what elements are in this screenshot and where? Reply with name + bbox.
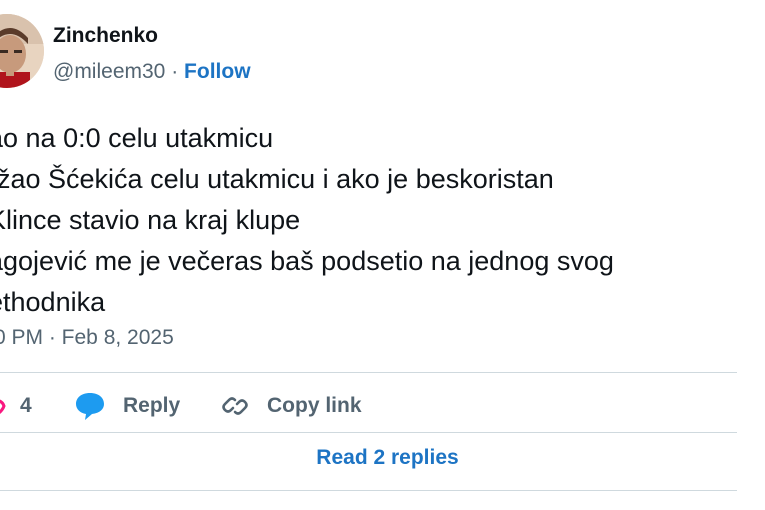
heart-icon (0, 394, 8, 418)
tweet-line: ethodnika (0, 287, 106, 317)
separator-dot: · (171, 60, 179, 83)
tweet-line: ržao Šćekića celu utakmicu i ako je besk… (0, 164, 554, 194)
like-count: 4 (20, 394, 32, 417)
tweet-card: Zinchenko @mileem30 · Follow ao na 0:0 c… (0, 0, 765, 510)
tweet-line: agojević me je večeras baš podsetio na j… (0, 246, 614, 276)
tweet-line: ao na 0:0 celu utakmicu (0, 123, 274, 153)
like-button[interactable]: 4 (0, 384, 32, 428)
divider (0, 372, 737, 373)
divider (0, 490, 737, 491)
avatar[interactable] (0, 14, 44, 88)
tweet-text: ao na 0:0 celu utakmicu ržao Šćekića cel… (0, 118, 614, 323)
copy-link-button[interactable]: Copy link (220, 384, 362, 428)
tweet-line: Klince stavio na kraj klupe (0, 205, 301, 235)
reply-button[interactable]: Reply (74, 384, 180, 428)
read-replies-button[interactable]: Read 2 replies (0, 446, 765, 470)
follow-button[interactable]: Follow (184, 60, 251, 83)
author-handle[interactable]: @mileem30 (53, 60, 165, 83)
action-bar: 4 Reply Copy link (0, 384, 737, 428)
reply-bubble-icon (74, 391, 106, 421)
tweet-timestamp[interactable]: 0 PM · Feb 8, 2025 (0, 326, 174, 350)
divider (0, 432, 737, 433)
copy-link-label: Copy link (267, 394, 362, 417)
reply-label: Reply (123, 394, 181, 417)
author-name[interactable]: Zinchenko (53, 24, 158, 48)
author-handle-row: @mileem30 · Follow (53, 60, 251, 84)
link-icon (220, 391, 250, 421)
